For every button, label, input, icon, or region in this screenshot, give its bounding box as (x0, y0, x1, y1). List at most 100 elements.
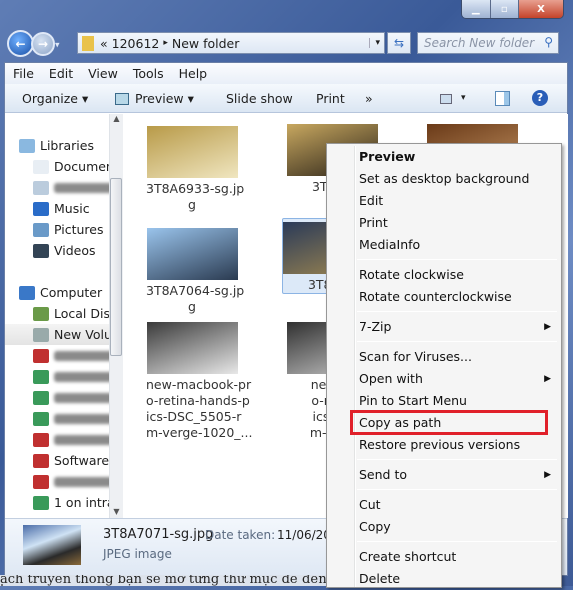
menu-item-set-as-desktop-background[interactable]: Set as desktop background (359, 168, 557, 190)
sidebar-item-computer[interactable]: Computer (19, 282, 102, 303)
menu-item-label: Copy (359, 519, 391, 534)
menu-item-mediainfo[interactable]: MediaInfo (359, 234, 557, 256)
address-bar[interactable]: « 120612 ▸ New folder ▾ (77, 32, 385, 54)
menu-separator (357, 341, 557, 342)
sidebar-item-hidden[interactable] (33, 387, 114, 408)
sidebar-item-documen[interactable]: Documen (33, 156, 114, 177)
blurred-label (54, 182, 114, 193)
local-disk-icon (33, 306, 49, 321)
sidebar-item-1-on-intra[interactable]: 1 on intra (33, 492, 115, 513)
sidebar-item-local-dis[interactable]: Local Dis (33, 303, 110, 324)
help-icon[interactable]: ? (532, 90, 548, 106)
preview-icon (115, 93, 129, 105)
menu-item-copy[interactable]: Copy (359, 516, 557, 538)
scrollbar-thumb[interactable] (110, 178, 122, 356)
menu-item-send-to[interactable]: Send to ▶ (359, 464, 557, 486)
preview-button[interactable]: Preview ▾ (135, 91, 194, 106)
sidebar-item-hidden[interactable] (33, 408, 114, 429)
sidebar-item-pictures[interactable]: Pictures (33, 219, 104, 240)
menu-item-label: Preview (359, 149, 416, 164)
menu-item-label: Restore previous versions (359, 437, 521, 452)
sidebar-item-new-volu[interactable]: New Volu (5, 324, 115, 345)
close-button[interactable]: X (519, 0, 563, 18)
blurred-label (54, 413, 114, 424)
libraries-icon (19, 138, 35, 153)
sidebar-item-videos[interactable]: Videos (33, 240, 96, 261)
slideshow-button[interactable]: Slide show (226, 91, 293, 106)
sidebar-item-label: New Volu (54, 327, 112, 342)
network-drive-icon (33, 390, 49, 405)
sidebar-item-hidden[interactable] (33, 177, 114, 198)
sidebar-item-label: Music (54, 201, 90, 216)
file-item[interactable]: 3T8A6933-sg.jp g (146, 126, 244, 213)
refresh-button[interactable]: ⇆ (387, 32, 411, 54)
window-controls: ▁ ▫ X (461, 0, 564, 19)
navigation-pane: Libraries Documen Music Pictures Videos Compu… (5, 114, 115, 518)
menu-item-restore-previous-versions[interactable]: Restore previous versions (359, 434, 557, 456)
menu-item-create-shortcut[interactable]: Create shortcut (359, 546, 557, 568)
menu-item-pin-to-start-menu[interactable]: Pin to Start Menu (359, 390, 557, 412)
more-commands-button[interactable]: » (365, 91, 373, 106)
sidebar-item-label: Software (54, 453, 110, 468)
menu-separator (357, 489, 557, 490)
blurred-label (54, 434, 114, 445)
menu-item-open-with[interactable]: Open with ▶ (359, 368, 557, 390)
search-input[interactable]: Search New folder ⚲ (417, 32, 559, 54)
menu-edit[interactable]: Edit (49, 66, 73, 81)
network-drive-icon (33, 369, 49, 384)
menu-view[interactable]: View (88, 66, 118, 81)
sidebar-item-software[interactable]: Software (33, 450, 109, 471)
file-item[interactable]: 3T8A7064-sg.jp g (146, 228, 245, 315)
menu-item-7-zip[interactable]: 7-Zip ▶ (359, 316, 557, 338)
sidebar-item-hidden[interactable] (33, 345, 114, 366)
network-drive-icon (33, 411, 49, 426)
sidebar-item-hidden[interactable] (33, 471, 114, 492)
breadcrumb-overflow[interactable]: « (100, 36, 108, 51)
change-view-icon[interactable] (440, 94, 452, 104)
print-button[interactable]: Print (316, 91, 345, 106)
preview-pane-button[interactable] (495, 91, 510, 106)
sidebar-item-libraries[interactable]: Libraries (19, 135, 94, 156)
menu-item-rotate-counterclockwise[interactable]: Rotate counterclockwise (359, 286, 557, 308)
blurred-label (54, 371, 114, 382)
file-name: 3T8A7064-sg.jp g (146, 283, 245, 314)
highlight-annotation (350, 410, 548, 435)
address-dropdown[interactable]: ▾ (369, 38, 380, 48)
file-item[interactable]: new-macbook-pr o-retina-hands-p ics-DSC_… (146, 322, 252, 441)
menu-item-edit[interactable]: Edit (359, 190, 557, 212)
view-dropdown[interactable]: ▾ (461, 93, 466, 103)
menu-item-print[interactable]: Print (359, 212, 557, 234)
menu-item-label: Open with (359, 371, 423, 386)
menu-item-label: Send to (359, 467, 408, 482)
network-drive-disconnected-icon (33, 432, 49, 447)
menu-item-preview[interactable]: Preview (359, 146, 557, 168)
organize-button[interactable]: Organize ▾ (22, 91, 88, 106)
menu-item-rotate-clockwise[interactable]: Rotate clockwise (359, 264, 557, 286)
breadcrumb-separator[interactable]: ▸ (163, 38, 168, 48)
maximize-button[interactable]: ▫ (490, 0, 519, 18)
sidebar-item-hidden[interactable] (33, 429, 114, 450)
breadcrumb-120612[interactable]: 120612 (112, 36, 160, 51)
menu-item-scan-for-viruses[interactable]: Scan for Viruses... (359, 346, 557, 368)
minimize-button[interactable]: ▁ (462, 0, 491, 18)
details-filename: 3T8A7071-sg.jpg (103, 527, 214, 542)
recent-pages-dropdown[interactable]: ▾ (55, 41, 60, 51)
menu-help[interactable]: Help (179, 66, 208, 81)
search-placeholder: Search New folder (424, 36, 535, 50)
menu-item-label: Set as desktop background (359, 171, 530, 186)
forward-button[interactable]: → (31, 31, 55, 56)
refresh-icon: ⇆ (393, 36, 405, 50)
menu-item-cut[interactable]: Cut (359, 494, 557, 516)
menu-item-delete[interactable]: Delete (359, 568, 557, 590)
back-button[interactable]: ← (7, 30, 34, 57)
sidebar-item-label: Computer (40, 285, 103, 300)
sidebar-item-hidden[interactable] (33, 366, 114, 387)
breadcrumb-new-folder[interactable]: New folder (172, 36, 240, 51)
pictures-icon (33, 222, 49, 237)
sidebar-item-music[interactable]: Music (33, 198, 90, 219)
menu-item-label: Rotate counterclockwise (359, 289, 512, 304)
sidebar-item-label: Documen (54, 159, 114, 174)
menu-tools[interactable]: Tools (133, 66, 164, 81)
menu-item-label: Scan for Viruses... (359, 349, 472, 364)
menu-file[interactable]: File (13, 66, 34, 81)
